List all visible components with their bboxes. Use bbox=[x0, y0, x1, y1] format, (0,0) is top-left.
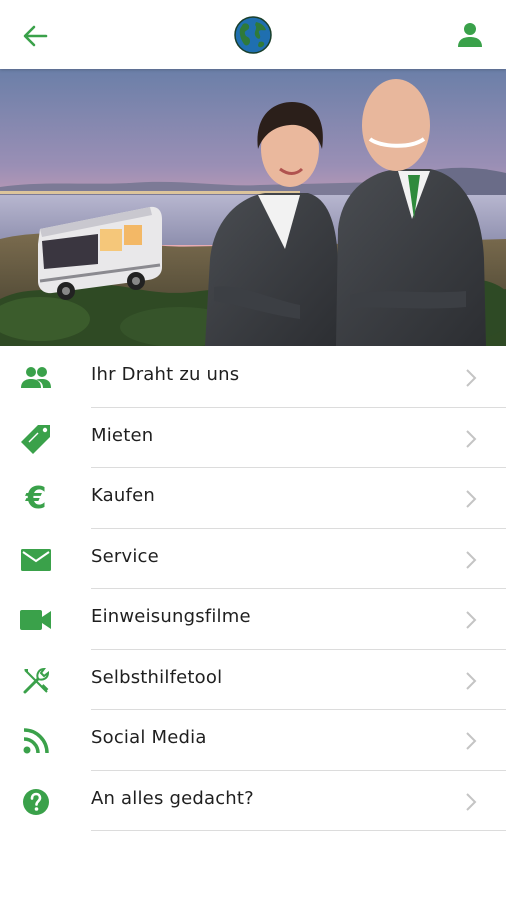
hero-image bbox=[0, 69, 506, 346]
menu-item-label: Social Media bbox=[91, 727, 207, 748]
app-header bbox=[0, 0, 506, 69]
chevron-right-icon bbox=[466, 671, 477, 690]
chevron-right-icon bbox=[466, 611, 477, 629]
menu-item-mieten[interactable]: Mieten bbox=[0, 408, 506, 468]
envelope-icon bbox=[20, 544, 52, 576]
chevron-right-icon bbox=[466, 369, 477, 387]
globe-icon bbox=[234, 16, 272, 54]
tools-icon bbox=[20, 665, 52, 697]
chevron-right-icon bbox=[466, 429, 477, 448]
rent-tag-icon bbox=[20, 423, 52, 455]
menu-item-service[interactable]: Service bbox=[0, 529, 506, 589]
menu-item-label: Ihr Draht zu uns bbox=[91, 364, 240, 385]
menu-item-label: Service bbox=[91, 545, 159, 567]
menu-item-label: Einweisungsfilme bbox=[91, 606, 251, 627]
rss-icon bbox=[20, 725, 52, 757]
arrow-left-icon[interactable] bbox=[20, 21, 50, 51]
menu-item-social-media[interactable]: Social Media bbox=[0, 710, 506, 771]
menu-item-einweisungsfilme[interactable]: Einweisungsfilme bbox=[0, 589, 506, 650]
help-circle-icon bbox=[20, 786, 52, 818]
menu-item-label: Kaufen bbox=[91, 485, 155, 506]
main-menu: Ihr Draht zu uns Mieten € Kaufen Service… bbox=[0, 347, 506, 831]
video-camera-icon bbox=[20, 604, 52, 636]
chevron-right-icon bbox=[466, 550, 477, 569]
menu-item-label: Mieten bbox=[91, 424, 154, 446]
user-icon[interactable] bbox=[455, 20, 485, 50]
hero-photo bbox=[0, 69, 506, 346]
menu-item-kaufen[interactable]: € Kaufen bbox=[0, 468, 506, 529]
menu-item-label: Selbsthilfetool bbox=[91, 666, 223, 688]
menu-item-label: An alles gedacht? bbox=[91, 787, 254, 809]
menu-item-ihr-draht-zu-uns[interactable]: Ihr Draht zu uns bbox=[0, 347, 506, 408]
chevron-right-icon bbox=[466, 732, 477, 750]
chevron-right-icon bbox=[466, 792, 477, 811]
divider bbox=[91, 830, 506, 831]
people-icon bbox=[20, 362, 52, 394]
chevron-right-icon bbox=[466, 490, 477, 508]
menu-item-selbsthilfetool[interactable]: Selbsthilfetool bbox=[0, 650, 506, 710]
menu-item-an-alles-gedacht[interactable]: An alles gedacht? bbox=[0, 771, 506, 831]
euro-icon: € bbox=[25, 481, 47, 516]
